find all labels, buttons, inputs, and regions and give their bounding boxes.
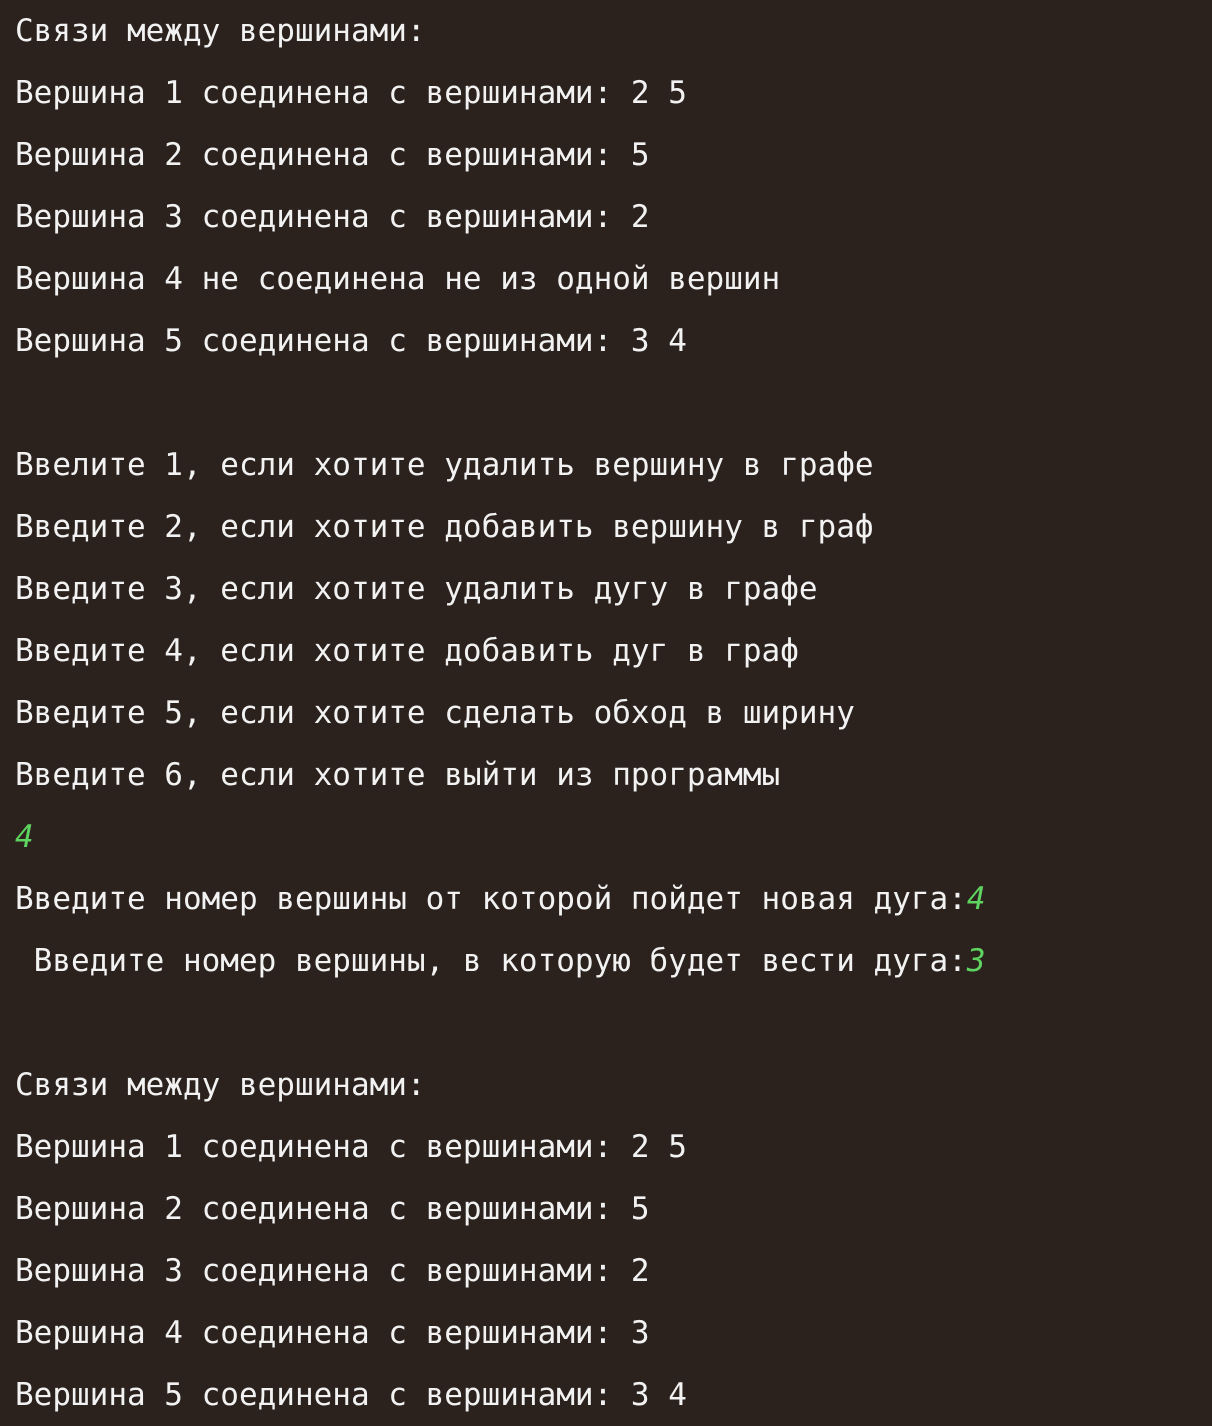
menu-option: Введите 6, если хотите выйти из программ… [15, 757, 781, 793]
menu-option: Ввелите 1, если хотите удалить вершину в… [15, 447, 874, 483]
menu-option: Введите 5, если хотите сделать обход в ш… [15, 695, 855, 731]
vertex-line: Вершина 2 соединена с вершинами: 5 [15, 137, 650, 173]
vertex-line: Вершина 5 соединена с вершинами: 3 4 [15, 1377, 687, 1413]
block1-header: Связи между вершинами: [15, 13, 426, 49]
input-from: 4 [966, 881, 986, 917]
vertex-line: Вершина 1 соединена с вершинами: 2 5 [15, 1129, 687, 1165]
menu-option: Введите 4, если хотите добавить дуг в гр… [15, 633, 799, 669]
prompt-from: Введите номер вершины от которой пойдет … [15, 881, 967, 917]
vertex-line: Вершина 2 соединена с вершинами: 5 [15, 1191, 650, 1227]
vertex-line: Вершина 4 соединена с вершинами: 3 [15, 1315, 650, 1351]
vertex-line: Вершина 4 не соединена не из одной верши… [15, 261, 781, 297]
console-output[interactable]: Связи между вершинами: Вершина 1 соедине… [15, 0, 1205, 1426]
menu-option: Введите 2, если хотите добавить вершину … [15, 509, 874, 545]
menu-option: Введите 3, если хотите удалить дугу в гр… [15, 571, 818, 607]
prompt-to: Введите номер вершины, в которую будет в… [15, 943, 967, 979]
prompt-from-line: Введите номер вершины от которой пойдет … [15, 868, 1205, 930]
block2-header: Связи между вершинами: [15, 1067, 426, 1103]
prompt-to-line: Введите номер вершины, в которую будет в… [15, 930, 1205, 992]
choice-input: 4 [15, 819, 34, 855]
vertex-line: Вершина 1 соединена с вершинами: 2 5 [15, 75, 687, 111]
vertex-line: Вершина 3 соединена с вершинами: 2 [15, 199, 650, 235]
vertex-line: Вершина 3 соединена с вершинами: 2 [15, 1253, 650, 1289]
vertex-line: Вершина 5 соединена с вершинами: 3 4 [15, 323, 687, 359]
input-to: 3 [966, 943, 986, 979]
